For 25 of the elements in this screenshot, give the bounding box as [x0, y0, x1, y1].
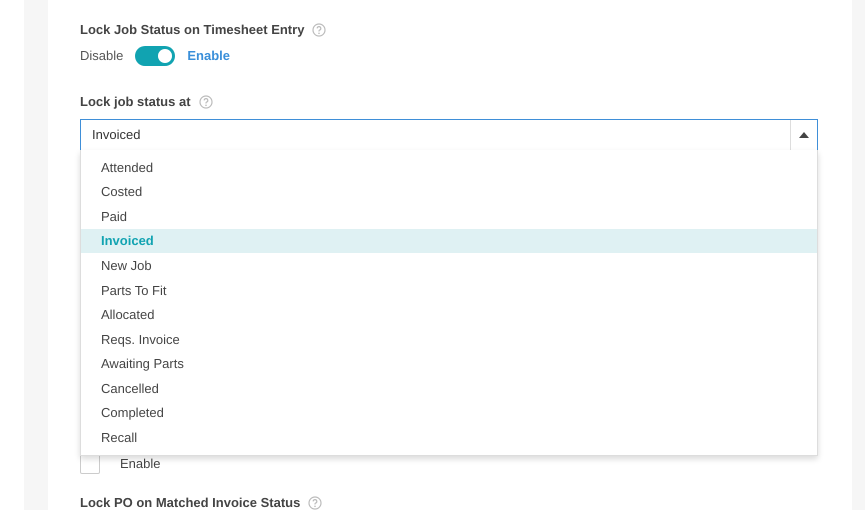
dropdown-option[interactable]: Recall: [81, 426, 817, 450]
dropdown-option[interactable]: Cancelled: [81, 376, 817, 401]
field-label: Lock PO on Matched Invoice Status: [80, 494, 300, 510]
help-icon[interactable]: [308, 496, 322, 510]
help-icon[interactable]: [312, 23, 326, 37]
dropdown-option[interactable]: Parts To Fit: [81, 278, 817, 303]
dropdown-option[interactable]: Completed: [81, 400, 817, 426]
field-label: Lock job status at: [80, 93, 191, 112]
field-label: Lock Job Status on Timesheet Entry: [80, 21, 304, 40]
toggle-switch[interactable]: [135, 46, 176, 66]
caret-icon[interactable]: [799, 132, 809, 138]
dropdown-option[interactable]: Reqs. Invoice: [81, 327, 817, 352]
toggle-off-label: Disable: [80, 47, 124, 66]
dropdown-option[interactable]: Attended: [81, 155, 817, 180]
dropdown-option[interactable]: Allocated: [81, 302, 817, 328]
select-field[interactable]: Invoiced: [80, 119, 818, 151]
help-icon[interactable]: [198, 95, 213, 109]
toggle-on-label: Enable: [187, 47, 230, 66]
checkbox[interactable]: [80, 454, 100, 474]
select-value: Invoiced: [91, 126, 142, 144]
dropdown-option[interactable]: Costed: [81, 180, 817, 204]
dropdown-option[interactable]: Paid: [81, 204, 817, 229]
dropdown-option[interactable]: Awaiting Parts: [81, 352, 817, 376]
checkbox-label: Enable: [120, 455, 160, 474]
dropdown-option[interactable]: New Job: [81, 253, 817, 278]
